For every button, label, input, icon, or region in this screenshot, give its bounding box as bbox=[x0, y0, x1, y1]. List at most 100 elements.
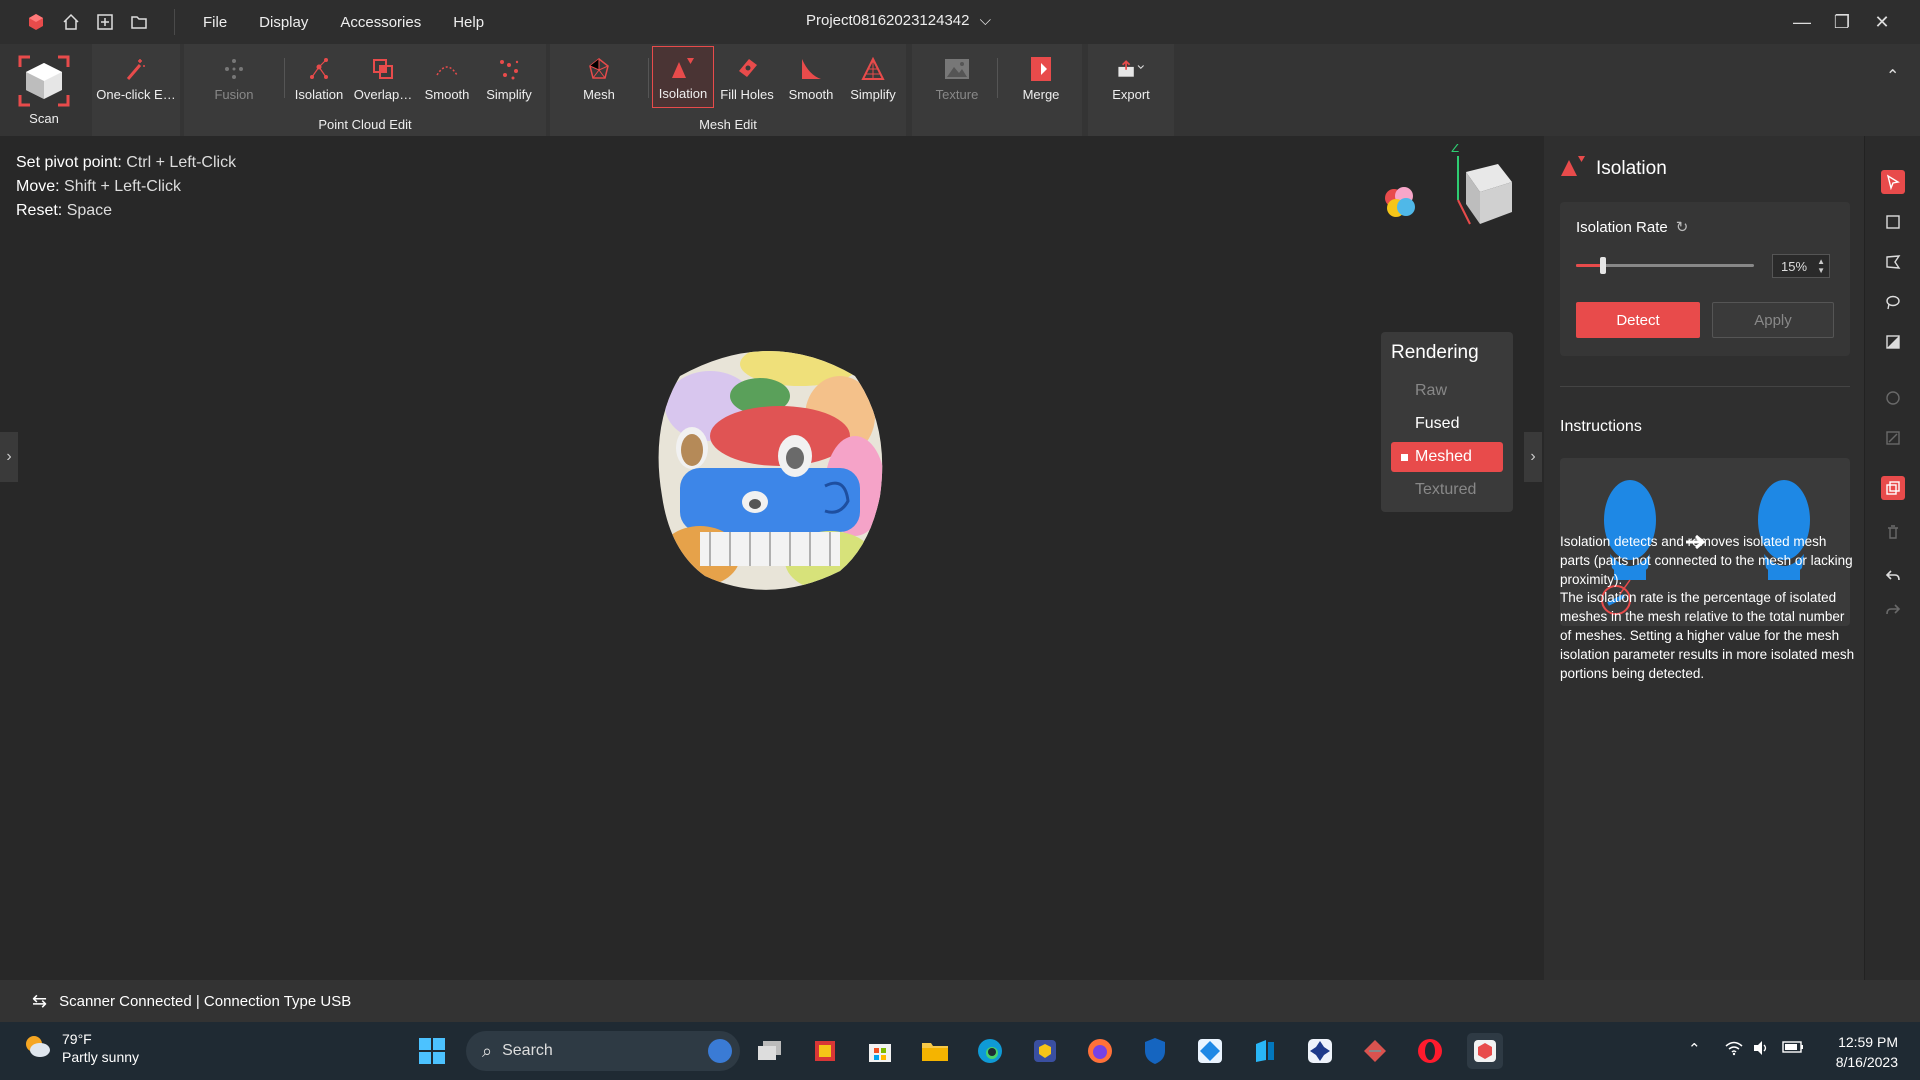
task-view-icon[interactable] bbox=[752, 1033, 788, 1069]
export-button[interactable]: Export bbox=[1092, 46, 1170, 108]
scanned-mesh[interactable] bbox=[640, 336, 900, 611]
right-panel-toggle[interactable]: › bbox=[1524, 432, 1542, 482]
mesh-smooth-button[interactable]: Smooth bbox=[780, 46, 842, 108]
merge-button[interactable]: Merge bbox=[1002, 46, 1080, 108]
pc-smooth-label: Smooth bbox=[424, 87, 470, 102]
volume-icon[interactable] bbox=[1752, 1040, 1770, 1060]
ribbon-divider bbox=[648, 58, 649, 98]
taskbar-app-scanner-icon[interactable] bbox=[1357, 1033, 1393, 1069]
project-selector[interactable]: Project08162023124342 ⌵ bbox=[806, 12, 991, 29]
3d-viewport[interactable]: Set pivot point: Ctrl + Left-Click Move:… bbox=[0, 136, 1544, 980]
render-option-textured[interactable]: Textured bbox=[1391, 475, 1503, 505]
weather-temp: 79°F bbox=[62, 1031, 92, 1047]
view-cube[interactable]: Z bbox=[1436, 141, 1516, 235]
apply-button[interactable]: Apply bbox=[1712, 302, 1834, 338]
collapse-ribbon-icon[interactable]: ⌃ bbox=[1886, 66, 1899, 86]
pc-simplify-button[interactable]: Simplify bbox=[478, 46, 540, 108]
os-taskbar: 79°F Partly sunny ⌕ Search ⌃ 12:59 PM 8/… bbox=[0, 1022, 1920, 1080]
menu-display[interactable]: Display bbox=[243, 14, 324, 31]
render-option-fused[interactable]: Fused bbox=[1391, 409, 1503, 439]
spinner-icon[interactable]: ▲ ▼ bbox=[1817, 257, 1825, 275]
hint-move: Move: Shift + Left-Click bbox=[16, 178, 181, 196]
render-option-raw[interactable]: Raw bbox=[1391, 376, 1503, 406]
wifi-icon[interactable] bbox=[1724, 1040, 1744, 1060]
mesh-icon bbox=[585, 55, 613, 83]
weather-widget[interactable]: 79°F Partly sunny bbox=[22, 1030, 139, 1066]
pc-overlap-label: Overlap… bbox=[353, 87, 413, 102]
scan-button[interactable]: Scan bbox=[8, 46, 80, 132]
isolation-rate-value: 15% bbox=[1781, 258, 1808, 274]
hint-key: Space bbox=[66, 202, 113, 219]
connected-select-icon[interactable] bbox=[1881, 386, 1905, 410]
magic-wand-icon bbox=[122, 55, 150, 83]
clock[interactable]: 12:59 PM 8/16/2023 bbox=[1818, 1032, 1898, 1072]
select-cursor-icon[interactable] bbox=[1881, 170, 1905, 194]
new-project-icon[interactable] bbox=[88, 0, 122, 44]
one-click-edit-button[interactable]: One-click E… bbox=[92, 46, 180, 108]
mesh-group: Mesh Isolation Fill Holes Smooth Simplif… bbox=[550, 44, 906, 136]
restore-button[interactable]: ❐ bbox=[1822, 8, 1862, 36]
show-hidden-icons[interactable]: ⌃ bbox=[1688, 1040, 1701, 1058]
clock-date: 8/16/2023 bbox=[1835, 1054, 1898, 1070]
mesh-simplify-icon bbox=[859, 55, 887, 83]
edge-browser-icon[interactable] bbox=[972, 1033, 1008, 1069]
undo-icon[interactable] bbox=[1881, 564, 1905, 588]
rendering-panel: Rendering Raw Fused Meshed Textured bbox=[1381, 332, 1513, 512]
texture-button[interactable]: Texture bbox=[916, 46, 998, 108]
mesh-isolation-button[interactable]: Isolation bbox=[652, 46, 714, 108]
windows-start-icon[interactable] bbox=[414, 1033, 450, 1069]
rectangle-select-icon[interactable] bbox=[1881, 210, 1905, 234]
clear-selection-icon[interactable] bbox=[1881, 426, 1905, 450]
taskbar-app-diamond-icon[interactable] bbox=[1192, 1033, 1228, 1069]
mesh-button[interactable]: Mesh bbox=[568, 46, 630, 108]
pc-smooth-button[interactable]: Smooth bbox=[416, 46, 478, 108]
search-label: Search bbox=[502, 1042, 553, 1059]
isolation-rate-slider[interactable] bbox=[1576, 257, 1754, 274]
firefox-icon[interactable] bbox=[1082, 1033, 1118, 1069]
left-panel-toggle[interactable]: › bbox=[0, 432, 18, 482]
isolation-panel: Isolation Isolation Rate ↻ 15% ▲ ▼ Detect… bbox=[1544, 136, 1864, 980]
polygon-select-icon[interactable] bbox=[1881, 250, 1905, 274]
slider-thumb[interactable] bbox=[1600, 257, 1606, 274]
menu-accessories[interactable]: Accessories bbox=[324, 14, 437, 31]
refresh-icon[interactable]: ↻ bbox=[1676, 218, 1689, 236]
mesh-simplify-button[interactable]: Simplify bbox=[842, 46, 904, 108]
redo-icon[interactable] bbox=[1881, 598, 1905, 622]
duplicate-icon[interactable] bbox=[1881, 476, 1905, 500]
detect-button[interactable]: Detect bbox=[1576, 302, 1700, 338]
fill-holes-button[interactable]: Fill Holes bbox=[716, 46, 778, 108]
pc-isolation-button[interactable]: Isolation bbox=[288, 46, 350, 108]
taskbar-app-blue-shield-icon[interactable] bbox=[1137, 1033, 1173, 1069]
pc-fusion-button[interactable]: Fusion bbox=[204, 46, 264, 108]
scan-label: Scan bbox=[29, 111, 59, 126]
taskbar-app-cross-icon[interactable] bbox=[1302, 1033, 1338, 1069]
taskbar-app-shield-icon[interactable] bbox=[1027, 1033, 1063, 1069]
weather-desc: Partly sunny bbox=[62, 1049, 140, 1065]
lasso-select-icon[interactable] bbox=[1881, 290, 1905, 314]
title-divider bbox=[174, 9, 175, 35]
opera-icon[interactable] bbox=[1412, 1033, 1448, 1069]
invert-selection-icon[interactable] bbox=[1881, 330, 1905, 354]
battery-icon[interactable] bbox=[1782, 1040, 1804, 1058]
open-folder-icon[interactable] bbox=[122, 0, 156, 44]
taskbar-app-red-icon[interactable] bbox=[807, 1033, 843, 1069]
pc-overlap-button[interactable]: Overlap… bbox=[350, 46, 416, 108]
taskbar-app-cyan-icon[interactable] bbox=[1247, 1033, 1283, 1069]
render-option-meshed[interactable]: Meshed bbox=[1391, 442, 1503, 472]
menu-file[interactable]: File bbox=[187, 14, 243, 31]
revo-scan-app-icon[interactable] bbox=[1467, 1033, 1503, 1069]
home-icon[interactable] bbox=[54, 0, 88, 44]
file-explorer-icon[interactable] bbox=[917, 1033, 953, 1069]
close-button[interactable]: ✕ bbox=[1862, 8, 1902, 36]
instructions-title: Instructions bbox=[1560, 418, 1642, 435]
color-mode-icon[interactable] bbox=[1380, 182, 1420, 227]
menu-help[interactable]: Help bbox=[437, 14, 500, 31]
minimize-button[interactable]: — bbox=[1782, 8, 1822, 36]
taskbar-search[interactable]: ⌕ Search bbox=[466, 1031, 740, 1071]
hint-key: Ctrl + Left-Click bbox=[126, 154, 237, 171]
delete-icon[interactable] bbox=[1881, 520, 1905, 544]
isolation-rate-input[interactable]: 15% ▲ ▼ bbox=[1772, 254, 1830, 278]
mesh-isolation-icon bbox=[669, 54, 697, 82]
isolation-rate-label: Isolation Rate bbox=[1576, 218, 1668, 236]
microsoft-store-icon[interactable] bbox=[862, 1033, 898, 1069]
